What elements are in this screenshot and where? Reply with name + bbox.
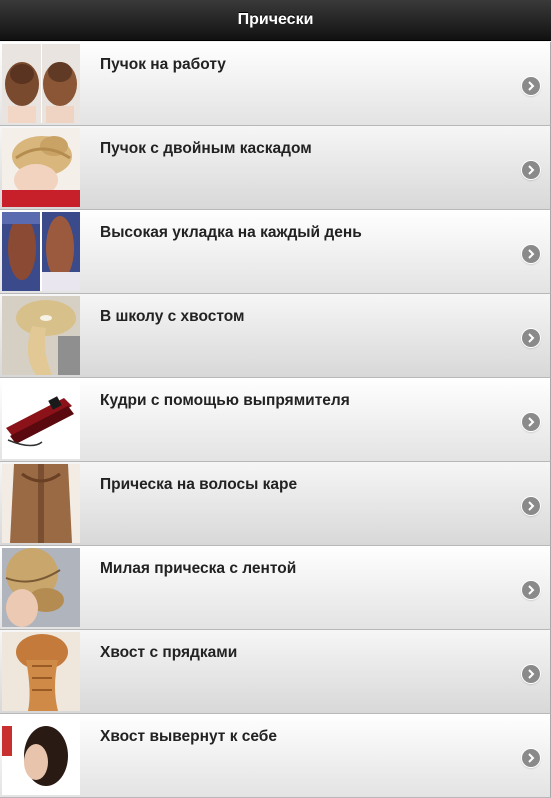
list-item-label: Пучок на работу	[100, 56, 226, 73]
chevron-right-circle-icon	[522, 749, 540, 767]
thumbnail-ribbon-updo	[2, 548, 80, 627]
list-item-0[interactable]: Пучок на работу	[0, 42, 551, 126]
list-item-label: Пучок с двойным каскадом	[100, 140, 312, 157]
thumbnail-high-updo	[2, 212, 80, 291]
app-header: Прически	[0, 0, 551, 41]
list-item-label: Милая прическа с лентой	[100, 560, 297, 577]
list-item-3[interactable]: В школу с хвостом	[0, 294, 551, 378]
list-item-4[interactable]: Кудри с помощью выпрямителя	[0, 378, 551, 462]
chevron-right-circle-icon	[522, 665, 540, 683]
thumbnail-strand-ponytail	[2, 632, 80, 711]
chevron-right-circle-icon	[522, 329, 540, 347]
list-item-label: В школу с хвостом	[100, 308, 245, 325]
list-item-8[interactable]: Хвост вывернут к себе	[0, 714, 551, 798]
thumbnail-hair-bun	[2, 44, 80, 123]
chevron-right-circle-icon	[522, 245, 540, 263]
chevron-right-circle-icon	[522, 497, 540, 515]
list-item-label: Хвост вывернут к себе	[100, 728, 277, 745]
list-item-2[interactable]: Высокая укладка на каждый день	[0, 210, 551, 294]
thumbnail-topsy-tail	[2, 716, 80, 795]
thumbnail-braided-bun	[2, 128, 80, 207]
page-title: Прически	[237, 11, 314, 28]
chevron-right-circle-icon	[522, 581, 540, 599]
chevron-right-circle-icon	[522, 77, 540, 95]
list-item-label: Высокая укладка на каждый день	[100, 224, 362, 241]
thumbnail-school-ponytail	[2, 296, 80, 375]
list-item-label: Кудри с помощью выпрямителя	[100, 392, 350, 409]
list-item-5[interactable]: Прическа на волосы каре	[0, 462, 551, 546]
list-item-7[interactable]: Хвост с прядками	[0, 630, 551, 714]
list-item-label: Прическа на волосы каре	[100, 476, 298, 493]
list-item-1[interactable]: Пучок с двойным каскадом	[0, 126, 551, 210]
list-item-6[interactable]: Милая прическа с лентой	[0, 546, 551, 630]
chevron-right-circle-icon	[522, 161, 540, 179]
thumbnail-hair-straightener	[2, 380, 80, 459]
thumbnail-bob-braid	[2, 464, 80, 543]
chevron-right-circle-icon	[522, 413, 540, 431]
hairstyle-list: Пучок на работу Пучок с двойным каскадом	[0, 42, 551, 798]
list-item-label: Хвост с прядками	[100, 644, 238, 661]
